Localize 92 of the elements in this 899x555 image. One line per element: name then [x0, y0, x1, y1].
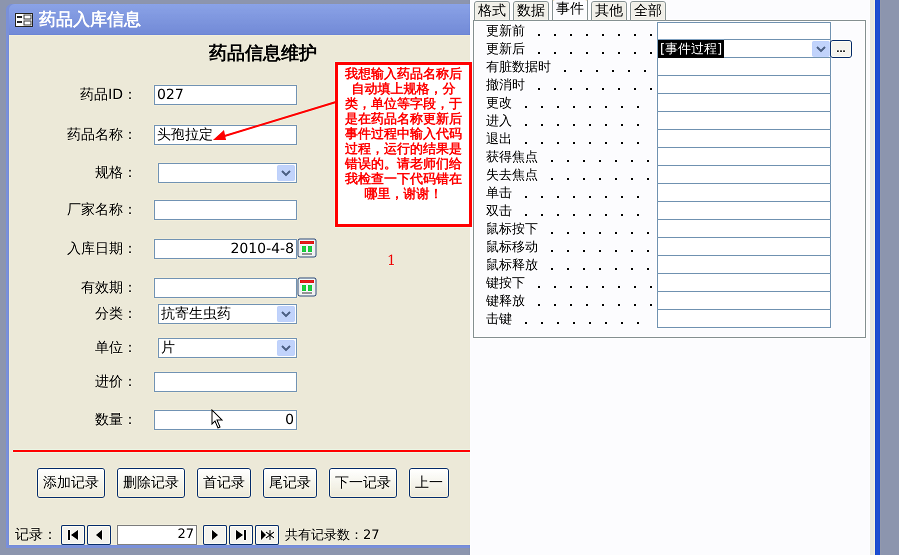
date-field[interactable]: 2010-4-8: [154, 239, 297, 259]
tab[interactable]: 格式: [474, 1, 510, 20]
form-heading: 药品信息维护: [209, 42, 317, 63]
window-title: 药品入库信息: [39, 9, 141, 31]
property-label: 更改: [486, 95, 512, 112]
record-number-field[interactable]: 27: [117, 525, 197, 545]
record-button[interactable]: 尾记录: [263, 468, 317, 498]
input-field[interactable]: 0: [154, 410, 297, 430]
field-label: 药品名称：: [66, 126, 137, 144]
property-label: 退出: [486, 131, 512, 148]
input-field[interactable]: [154, 200, 297, 220]
calendar-button[interactable]: [297, 277, 319, 299]
record-button[interactable]: 添加记录: [37, 468, 105, 498]
property-label: 击键: [486, 311, 512, 328]
record-button[interactable]: 上一: [409, 468, 449, 498]
field-label: 入库日期：: [66, 240, 137, 258]
property-label: 单击: [486, 185, 512, 202]
input-field[interactable]: 头孢拉定: [154, 125, 297, 145]
record-button[interactable]: 下一记录: [329, 468, 397, 498]
dropdown-field[interactable]: 片: [158, 338, 297, 358]
property-label: 更新前: [486, 23, 525, 40]
property-value-field[interactable]: [657, 58, 831, 76]
property-value: [事件过程]: [658, 40, 724, 58]
property-value-field[interactable]: [657, 238, 831, 256]
skip-last-icon: [234, 528, 248, 542]
property-label: 鼠标释放: [486, 257, 538, 274]
property-value-field[interactable]: [事件过程]: [657, 40, 831, 58]
builder-button[interactable]: ...: [830, 40, 852, 58]
input-field[interactable]: [154, 372, 297, 392]
property-value-field[interactable]: [657, 256, 831, 274]
record-button[interactable]: 删除记录: [117, 468, 185, 498]
property-label: 键按下: [486, 275, 525, 292]
record-button[interactable]: 首记录: [197, 468, 251, 498]
property-label: 进入: [486, 113, 512, 130]
property-label: 鼠标按下: [486, 221, 538, 238]
tab[interactable]: 事件: [552, 0, 588, 20]
skip-first-icon: [66, 528, 80, 542]
property-value-field[interactable]: [657, 94, 831, 112]
form-icon: [15, 12, 33, 26]
property-value-field[interactable]: [657, 202, 831, 220]
property-label: 撤消时: [486, 77, 525, 94]
property-value-field[interactable]: [657, 130, 831, 148]
property-label: 键释放: [486, 293, 525, 310]
tab[interactable]: 全部: [630, 1, 666, 20]
property-label: 双击: [486, 203, 512, 220]
marker-label: 1: [387, 253, 396, 269]
dropdown-field[interactable]: 抗寄生虫药: [158, 304, 297, 324]
next-record-button[interactable]: [203, 525, 227, 545]
property-label: 失去焦点: [486, 167, 538, 184]
cursor-icon: [211, 409, 223, 429]
dropdown-button[interactable]: [812, 40, 830, 56]
dropdown-button[interactable]: [277, 306, 295, 322]
property-label: 更新后: [486, 41, 525, 58]
property-value-field[interactable]: [657, 310, 831, 328]
first-record-button[interactable]: [61, 525, 85, 545]
field-label: 进价：: [94, 373, 137, 391]
record-count: 共有记录数：27: [285, 527, 380, 544]
property-value-field[interactable]: [657, 112, 831, 130]
property-value-field[interactable]: [657, 76, 831, 94]
property-value-field[interactable]: [657, 274, 831, 292]
property-label: 获得焦点: [486, 149, 538, 166]
new-record-icon: [260, 528, 274, 542]
calendar-icon: [297, 238, 317, 258]
tab[interactable]: 数据: [513, 1, 549, 20]
last-record-button[interactable]: [229, 525, 253, 545]
navigator-label: 记录：: [15, 526, 57, 544]
tab[interactable]: 其他: [591, 1, 627, 20]
property-value-field[interactable]: [657, 148, 831, 166]
input-field[interactable]: 027: [154, 85, 297, 105]
field-label: 药品ID：: [79, 86, 137, 104]
dropdown-button[interactable]: [277, 165, 295, 181]
field-label: 厂家名称：: [66, 201, 137, 219]
property-value-field[interactable]: [657, 22, 831, 40]
property-value-field[interactable]: [657, 220, 831, 238]
field-label: 单位：: [94, 339, 137, 357]
date-field[interactable]: [154, 278, 297, 298]
dropdown-button[interactable]: [277, 340, 295, 356]
calendar-button[interactable]: [297, 238, 319, 260]
property-value-field[interactable]: [657, 184, 831, 202]
property-label: 鼠标移动: [486, 239, 538, 256]
field-label: 有效期：: [80, 279, 137, 297]
property-value-field[interactable]: [657, 292, 831, 310]
calendar-icon: [297, 277, 317, 297]
field-label: 分类：: [94, 305, 137, 323]
dropdown-field[interactable]: [158, 163, 297, 183]
field-label: 规格：: [94, 164, 137, 182]
field-label: 数量：: [94, 411, 137, 429]
property-label: 有脏数据时: [486, 59, 551, 76]
property-value-field[interactable]: [657, 166, 831, 184]
previous-record-button[interactable]: [87, 525, 111, 545]
new-record-button[interactable]: [255, 525, 279, 545]
annotation-note: 我想输入药品名称后自动填上规格，分类，单位等字段，于是在药品名称更新后事件过程中输入代码过程，运行的结果是错误的。请老师们给我检查一下代码错在哪里，谢谢！: [335, 62, 472, 227]
